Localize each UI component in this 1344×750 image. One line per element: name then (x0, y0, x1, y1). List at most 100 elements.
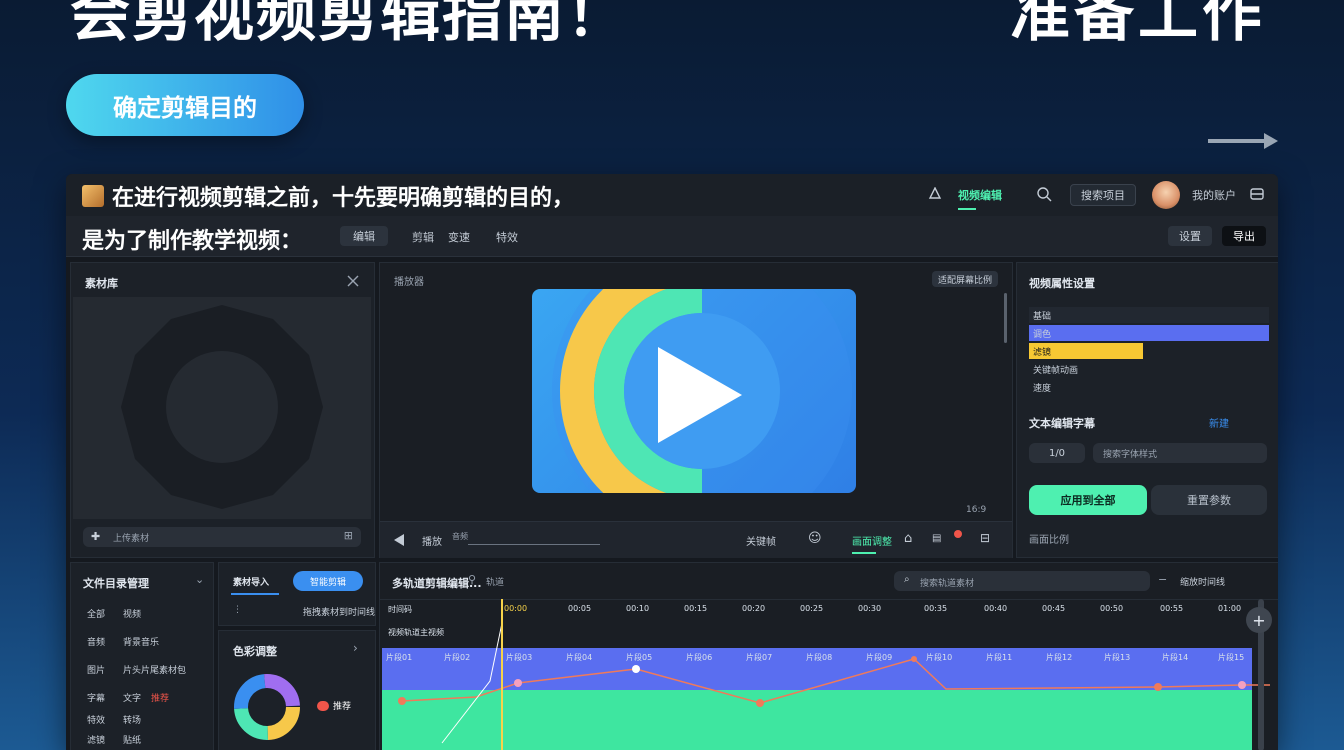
recommend-chip[interactable]: 推荐 (317, 699, 351, 712)
prop-row[interactable]: 速度 (1029, 379, 1269, 395)
pin-icon[interactable]: ⚲ (468, 573, 476, 586)
reset-button[interactable]: 重置参数 (1151, 485, 1267, 515)
caption-line-1-text: 在进行视频剪辑之前，十先要明确剪辑的目的， (112, 186, 575, 211)
prop-row-label: 关键帧动画 (1033, 365, 1079, 376)
tree-row[interactable]: 滤镜 贴纸 (87, 733, 141, 746)
step-pill: 确定剪辑目的 (66, 74, 304, 136)
preview-panel: 播放器 适配屏幕比例 16:9 播放 音频 关键帧 ☺ 画面调整 ⌂ ▤ ⊟ (379, 262, 1013, 558)
ruler-label: 00:50 (1100, 604, 1124, 613)
notify-icon[interactable]: ▤ (932, 533, 941, 544)
tree-row[interactable]: 全部 视频 (87, 607, 141, 620)
tab-video-edit[interactable]: 视频编辑 (958, 187, 1002, 203)
rewind-icon[interactable] (392, 533, 406, 547)
ruler-label: 时间码 (388, 605, 412, 614)
import-tab[interactable]: 素材导入 (233, 575, 269, 588)
bell-icon[interactable] (928, 187, 942, 201)
ruler-label: 00:35 (924, 604, 948, 613)
effect-button[interactable]: 特效 (496, 229, 518, 245)
menu-dots-icon[interactable]: ⋮ (233, 605, 242, 615)
close-icon[interactable] (347, 275, 359, 287)
properties-panel: 视频属性设置 基础 调色 滤镜 关键帧动画 速度 文本编辑字幕 新建 1/0 搜… (1016, 262, 1278, 558)
playhead[interactable] (501, 599, 503, 750)
file-tree-title: 文件目录管理 (83, 577, 149, 590)
timeline-search-input[interactable]: ⌕ 搜索轨道素材 (894, 571, 1150, 591)
banner-title: 会剪视频剪辑指南！ (70, 0, 628, 50)
new-link[interactable]: 新建 (1209, 415, 1229, 430)
recommend-chip-label: 推荐 (333, 702, 352, 712)
track-sublabel: 轨道 (486, 578, 505, 588)
prop-row-highlight[interactable]: 滤镜 (1029, 343, 1143, 359)
add-track-button[interactable]: + (1246, 607, 1272, 633)
prop-row[interactable]: 关键帧动画 (1029, 361, 1269, 377)
prop-row-label: 基础 (1033, 311, 1052, 322)
prop-row-selected[interactable]: 调色 (1029, 325, 1269, 341)
timeline-ruler[interactable]: 时间码 00:00 00:05 00:10 00:15 00:20 00:25 … (380, 599, 1278, 618)
ruler-label: 00:45 (1042, 604, 1066, 613)
keyframe-curve[interactable] (380, 623, 1278, 750)
cut-button[interactable]: 剪辑 (412, 229, 434, 245)
edit-chip[interactable]: 编辑 (340, 226, 388, 246)
progress-bar[interactable] (468, 544, 600, 545)
dash-icon[interactable]: − (1158, 573, 1167, 586)
chevron-down-icon[interactable]: ⌄ (195, 573, 204, 586)
import-panel: 素材导入 智能剪辑 ⋮ 拖拽素材到时间线 (218, 562, 376, 626)
timeline-panel: 多轨道剪辑编辑... ⚲ 轨道 ⌕ 搜索轨道素材 − 缩放时间线 时间码 00:… (379, 562, 1278, 750)
ruler-label: 00:40 (984, 604, 1008, 613)
fit-screen-badge[interactable]: 适配屏幕比例 (932, 271, 998, 287)
apply-all-button[interactable]: 应用到全部 (1029, 485, 1147, 515)
tree-row-value: 背景音乐 (123, 638, 160, 648)
video-thumbnail[interactable] (532, 289, 856, 493)
search-chip[interactable]: 搜索项目 (1070, 184, 1136, 206)
keyframe-tab[interactable]: 关键帧 (746, 533, 776, 548)
add-square-icon[interactable]: ⊞ (344, 529, 353, 542)
avatar[interactable] (1152, 181, 1180, 209)
ruler-label: 00:20 (742, 604, 766, 613)
chevron-right-icon[interactable]: › (353, 641, 358, 655)
settings-chip[interactable]: 设置 (1168, 226, 1212, 246)
user-label[interactable]: 我的账户 (1192, 187, 1236, 203)
play-logo-icon (552, 289, 852, 493)
window-icon[interactable] (1250, 187, 1264, 201)
caption-line-1: 在进行视频剪辑之前，十先要明确剪辑的目的， (82, 180, 574, 212)
zoom-icon[interactable] (1036, 186, 1052, 202)
speed-button[interactable]: 变速 (448, 229, 470, 245)
color-wheel-icon[interactable] (233, 673, 301, 741)
adjust-tab-underline (852, 552, 876, 554)
red-dot-icon (317, 700, 329, 711)
tree-row-key: 字幕 (87, 694, 106, 704)
layers-icon[interactable]: ⊟ (980, 531, 990, 545)
ruler-label: 00:55 (1160, 604, 1184, 613)
tab-underline (958, 208, 976, 210)
tree-row-value: 贴纸 (123, 736, 142, 746)
preview-scrollbar[interactable] (1004, 293, 1007, 343)
tree-row-key: 图片 (87, 666, 106, 676)
color-panel: 色彩调整 › 推荐 (218, 630, 376, 750)
zoom-label[interactable]: 缩放时间线 (1180, 575, 1225, 588)
smart-edit-button[interactable]: 智能剪辑 (293, 571, 363, 591)
tree-row[interactable]: 音频 背景音乐 (87, 635, 159, 648)
color-panel-title: 色彩调整 (233, 645, 277, 658)
top-bar: 在进行视频剪辑之前，十先要明确剪辑的目的， 视频编辑 搜索项目 我的账户 (66, 174, 1278, 217)
quantity-stepper[interactable]: 1/0 (1029, 443, 1085, 463)
app-logo-icon (82, 185, 104, 207)
smile-icon[interactable]: ☺ (808, 531, 822, 546)
ruler-label: 00:00 (504, 604, 528, 613)
upload-placeholder: 上传素材 (113, 534, 150, 544)
tree-row-key: 音频 (87, 638, 106, 648)
adjust-tab[interactable]: 画面调整 (852, 533, 892, 548)
play-label[interactable]: 播放 (422, 533, 442, 548)
font-search-input[interactable]: 搜索字体样式 (1093, 443, 1267, 463)
export-button[interactable]: 导出 (1222, 226, 1266, 246)
crop-icon[interactable]: ⌂ (904, 531, 912, 546)
notification-dot (954, 530, 962, 538)
plus-icon: ✚ (91, 530, 101, 543)
tree-row-key: 特效 (87, 716, 106, 726)
tree-row[interactable]: 字幕 文字 推荐 (87, 691, 169, 704)
prop-row[interactable]: 基础 (1029, 307, 1269, 323)
drag-hint: 拖拽素材到时间线 (303, 608, 376, 618)
tree-row[interactable]: 图片 片头片尾素材包 (87, 663, 186, 676)
preview-label: 播放器 (394, 277, 424, 288)
upload-input[interactable]: ✚ 上传素材 ⊞ (83, 527, 361, 547)
tree-row[interactable]: 特效 转场 (87, 713, 141, 726)
ruler-label: 00:10 (626, 604, 650, 613)
